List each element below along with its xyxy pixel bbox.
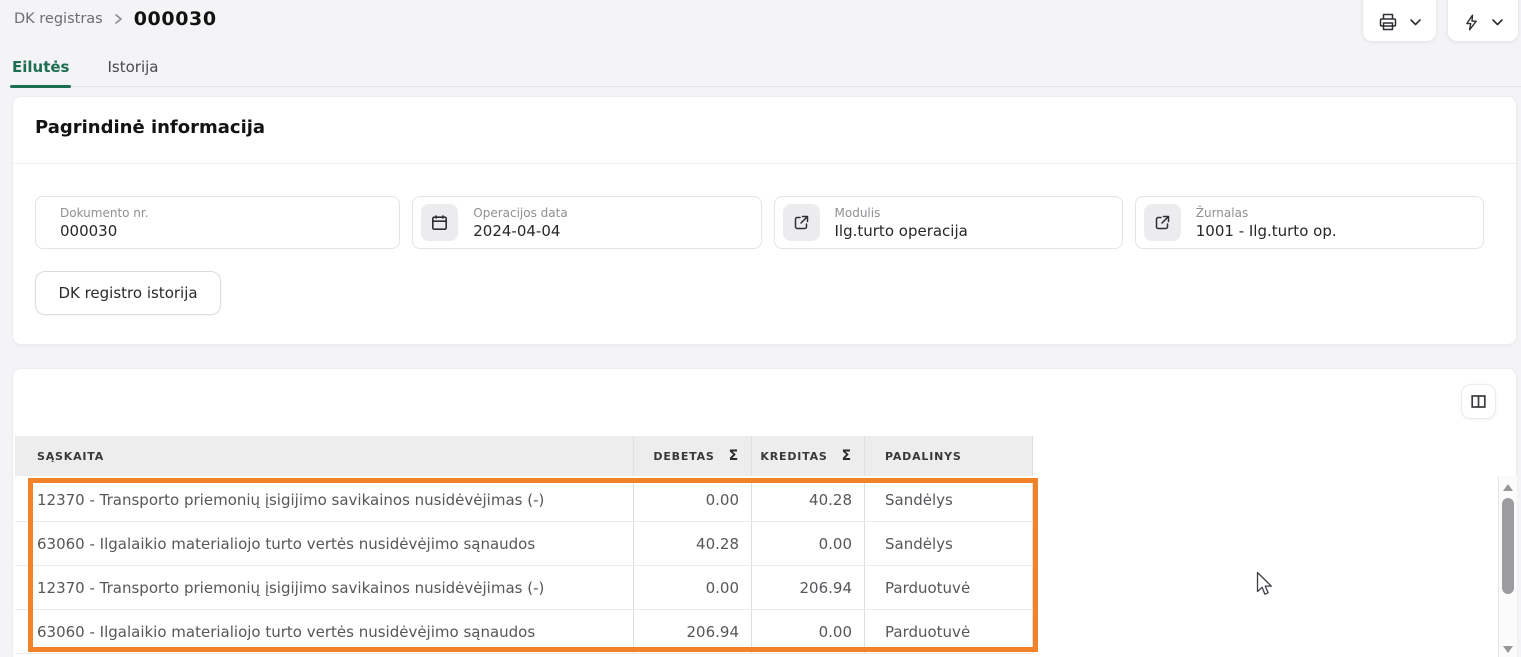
field-value: 2024-04-04	[473, 222, 567, 240]
cell-debit: 206.94	[633, 610, 751, 653]
field-modulis[interactable]: Modulis Ilg.turto operacija	[774, 196, 1123, 249]
field-label: Žurnalas	[1196, 206, 1337, 220]
gl-lines-table: SĄSKAITA DEBETAS Σ KREDITAS Σ PADALINYS …	[15, 436, 1033, 654]
page: DK registras 000030	[0, 0, 1521, 657]
sum-icon[interactable]: Σ	[729, 448, 739, 464]
tab-istorija[interactable]: Istorija	[105, 52, 160, 86]
tab-bar: Eilutės Istorija	[10, 52, 1521, 87]
chevron-down-icon	[1491, 18, 1504, 27]
cell-account: 63060 - Ilgalaikio materialiojo turto ve…	[15, 522, 633, 565]
column-header-saskaita[interactable]: SĄSKAITA	[15, 436, 633, 476]
column-settings-button[interactable]	[1461, 384, 1496, 419]
chevron-down-icon	[1409, 18, 1422, 27]
field-row: Dokumento nr. 000030 Operacijos data 202…	[35, 196, 1484, 249]
external-link-icon	[1144, 204, 1181, 241]
dk-register-history-button[interactable]: DK registro istorija	[35, 271, 221, 315]
field-value: 1001 - Ilg.turto op.	[1196, 222, 1337, 240]
column-header-padalinys[interactable]: PADALINYS	[864, 436, 1033, 476]
calendar-icon	[421, 204, 458, 241]
column-header-debetas[interactable]: DEBETAS Σ	[633, 436, 751, 476]
field-operacijos-data[interactable]: Operacijos data 2024-04-04	[412, 196, 761, 249]
scrollbar-thumb[interactable]	[1502, 498, 1514, 594]
cell-department: Parduotuvė	[864, 566, 1033, 609]
field-label: Dokumento nr.	[60, 206, 149, 220]
top-bar: DK registras 000030	[0, 0, 1521, 48]
scroll-down-arrow-icon[interactable]	[1503, 646, 1513, 653]
field-value: Ilg.turto operacija	[835, 222, 968, 240]
top-actions	[1362, 0, 1519, 42]
cell-account: 63060 - Ilgalaikio materialiojo turto ve…	[15, 610, 633, 653]
cell-credit: 206.94	[751, 566, 864, 609]
sum-icon[interactable]: Σ	[842, 448, 852, 464]
cell-debit: 40.28	[633, 522, 751, 565]
divider	[13, 163, 1516, 164]
scroll-up-arrow-icon[interactable]	[1503, 484, 1513, 491]
cell-account: 12370 - Transporto priemonių įsigijimo s…	[15, 566, 633, 609]
tab-eilutes[interactable]: Eilutės	[10, 52, 71, 86]
external-link-icon	[783, 204, 820, 241]
table-scrollbar[interactable]	[1498, 476, 1517, 657]
table-row[interactable]: 63060 - Ilgalaikio materialiojo turto ve…	[15, 610, 1033, 654]
page-title: 000030	[134, 8, 217, 30]
breadcrumb: DK registras 000030	[14, 8, 217, 30]
print-button[interactable]	[1362, 0, 1437, 42]
breadcrumb-parent-link[interactable]: DK registras	[14, 11, 103, 27]
cell-debit: 0.00	[633, 566, 751, 609]
quick-actions-button[interactable]	[1447, 0, 1519, 42]
lightning-icon	[1462, 13, 1481, 32]
printer-icon	[1377, 11, 1399, 33]
columns-icon	[1470, 393, 1487, 410]
field-dokumento-nr[interactable]: Dokumento nr. 000030	[35, 196, 400, 249]
field-value: 000030	[60, 222, 149, 240]
cell-department: Parduotuvė	[864, 610, 1033, 653]
cell-department: Sandėlys	[864, 522, 1033, 565]
table-row[interactable]: 63060 - Ilgalaikio materialiojo turto ve…	[15, 522, 1033, 566]
cell-credit: 0.00	[751, 522, 864, 565]
cell-credit: 40.28	[751, 478, 864, 521]
field-label: Operacijos data	[473, 206, 567, 220]
column-header-kreditas[interactable]: KREDITAS Σ	[751, 436, 864, 476]
chevron-right-icon	[113, 13, 124, 25]
field-zurnalas[interactable]: Žurnalas 1001 - Ilg.turto op.	[1135, 196, 1484, 249]
table-row[interactable]: 12370 - Transporto priemonių įsigijimo s…	[15, 478, 1033, 522]
field-label: Modulis	[835, 206, 968, 220]
table-header-row: SĄSKAITA DEBETAS Σ KREDITAS Σ PADALINYS	[15, 436, 1033, 476]
cell-department: Sandėlys	[864, 478, 1033, 521]
lines-table-card: SĄSKAITA DEBETAS Σ KREDITAS Σ PADALINYS …	[12, 368, 1517, 657]
cell-credit: 0.00	[751, 610, 864, 653]
table-row[interactable]: 12370 - Transporto priemonių įsigijimo s…	[15, 566, 1033, 610]
cell-account: 12370 - Transporto priemonių įsigijimo s…	[15, 478, 633, 521]
main-info-card: Pagrindinė informacija Dokumento nr. 000…	[12, 96, 1517, 345]
table-body: 12370 - Transporto priemonių įsigijimo s…	[15, 478, 1033, 654]
cell-debit: 0.00	[633, 478, 751, 521]
card-title: Pagrindinė informacija	[35, 117, 265, 138]
